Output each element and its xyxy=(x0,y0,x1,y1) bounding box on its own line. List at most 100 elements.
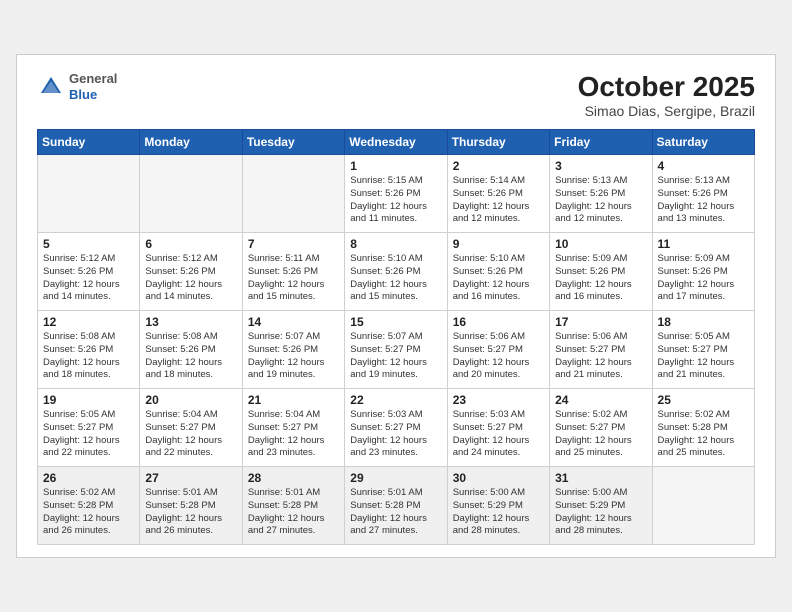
day-info: Sunrise: 5:03 AM Sunset: 5:27 PM Dayligh… xyxy=(350,409,441,460)
day-header-monday: Monday xyxy=(140,130,242,155)
day-number: 5 xyxy=(43,237,134,251)
day-info: Sunrise: 5:04 AM Sunset: 5:27 PM Dayligh… xyxy=(145,409,236,460)
day-number: 4 xyxy=(658,159,749,173)
day-info: Sunrise: 5:14 AM Sunset: 5:26 PM Dayligh… xyxy=(453,175,544,226)
day-cell: 13 Sunrise: 5:08 AM Sunset: 5:26 PM Dayli… xyxy=(140,311,242,389)
day-number: 26 xyxy=(43,471,134,485)
logo-icon xyxy=(37,73,65,101)
day-cell: 19 Sunrise: 5:05 AM Sunset: 5:27 PM Dayli… xyxy=(38,389,140,467)
day-number: 25 xyxy=(658,393,749,407)
day-info: Sunrise: 5:05 AM Sunset: 5:27 PM Dayligh… xyxy=(658,331,749,382)
day-info: Sunrise: 5:10 AM Sunset: 5:26 PM Dayligh… xyxy=(350,253,441,304)
day-cell: 29 Sunrise: 5:01 AM Sunset: 5:28 PM Dayli… xyxy=(345,467,447,545)
day-number: 19 xyxy=(43,393,134,407)
day-info: Sunrise: 5:12 AM Sunset: 5:26 PM Dayligh… xyxy=(43,253,134,304)
day-header-saturday: Saturday xyxy=(652,130,754,155)
day-cell: 27Sunrise: 5:01 AM Sunset: 5:28 PM Dayli… xyxy=(140,467,242,545)
calendar-grid: SundayMondayTuesdayWednesdayThursdayFrid… xyxy=(37,129,755,545)
day-cell: 2Sunrise: 5:14 AM Sunset: 5:26 PM Daylig… xyxy=(447,155,549,233)
day-number: 27 xyxy=(145,471,236,485)
day-number: 16 xyxy=(453,315,544,329)
day-cell: 10 Sunrise: 5:09 AM Sunset: 5:26 PM Dayli… xyxy=(550,233,652,311)
day-number: 3 xyxy=(555,159,646,173)
day-info: Sunrise: 5:08 AM Sunset: 5:26 PM Dayligh… xyxy=(43,331,134,382)
day-header-thursday: Thursday xyxy=(447,130,549,155)
day-info: Sunrise: 5:01 AM Sunset: 5:28 PM Dayligh… xyxy=(350,487,441,538)
location: Simao Dias, Sergipe, Brazil xyxy=(578,103,755,119)
title-area: October 2025 Simao Dias, Sergipe, Brazil xyxy=(578,71,755,119)
day-cell: 16 Sunrise: 5:06 AM Sunset: 5:27 PM Dayli… xyxy=(447,311,549,389)
day-cell: 11 Sunrise: 5:09 AM Sunset: 5:26 PM Dayli… xyxy=(652,233,754,311)
day-info: Sunrise: 5:02 AM Sunset: 5:28 PM Dayligh… xyxy=(658,409,749,460)
day-cell xyxy=(140,155,242,233)
day-cell: 8 Sunrise: 5:10 AM Sunset: 5:26 PM Daylig… xyxy=(345,233,447,311)
day-number: 22 xyxy=(350,393,441,407)
day-cell: 18 Sunrise: 5:05 AM Sunset: 5:27 PM Dayli… xyxy=(652,311,754,389)
day-info: Sunrise: 5:13 AM Sunset: 5:26 PM Dayligh… xyxy=(658,175,749,226)
day-number: 1 xyxy=(350,159,441,173)
day-number: 8 xyxy=(350,237,441,251)
day-number: 29 xyxy=(350,471,441,485)
day-cell: 28 Sunrise: 5:01 AM Sunset: 5:28 PM Dayli… xyxy=(242,467,344,545)
day-number: 24 xyxy=(555,393,646,407)
day-number: 18 xyxy=(658,315,749,329)
day-number: 23 xyxy=(453,393,544,407)
day-header-tuesday: Tuesday xyxy=(242,130,344,155)
day-cell: 23 Sunrise: 5:03 AM Sunset: 5:27 PM Dayli… xyxy=(447,389,549,467)
day-info: Sunrise: 5:08 AM Sunset: 5:26 PM Dayligh… xyxy=(145,331,236,382)
day-info: Sunrise: 5:01 AM Sunset: 5:28 PM Dayligh… xyxy=(248,487,339,538)
day-cell: 30 Sunrise: 5:00 AM Sunset: 5:29 PM Dayli… xyxy=(447,467,549,545)
day-number: 31 xyxy=(555,471,646,485)
day-cell: 25 Sunrise: 5:02 AM Sunset: 5:28 PM Dayli… xyxy=(652,389,754,467)
logo-blue: Blue xyxy=(69,87,97,102)
day-info: Sunrise: 5:09 AM Sunset: 5:26 PM Dayligh… xyxy=(658,253,749,304)
day-info: Sunrise: 5:00 AM Sunset: 5:29 PM Dayligh… xyxy=(453,487,544,538)
day-info: Sunrise: 5:06 AM Sunset: 5:27 PM Dayligh… xyxy=(453,331,544,382)
day-info: Sunrise: 5:07 AM Sunset: 5:26 PM Dayligh… xyxy=(248,331,339,382)
day-cell: 26Sunrise: 5:02 AM Sunset: 5:28 PM Dayli… xyxy=(38,467,140,545)
day-number: 12 xyxy=(43,315,134,329)
day-cell: 12 Sunrise: 5:08 AM Sunset: 5:26 PM Dayli… xyxy=(38,311,140,389)
day-cell: 31 Sunrise: 5:00 AM Sunset: 5:29 PM Dayli… xyxy=(550,467,652,545)
day-number: 13 xyxy=(145,315,236,329)
day-number: 20 xyxy=(145,393,236,407)
day-cell: 1Sunrise: 5:15 AM Sunset: 5:26 PM Daylig… xyxy=(345,155,447,233)
day-number: 11 xyxy=(658,237,749,251)
day-info: Sunrise: 5:04 AM Sunset: 5:27 PM Dayligh… xyxy=(248,409,339,460)
week-row-2: 5 Sunrise: 5:12 AM Sunset: 5:26 PM Daylig… xyxy=(38,233,755,311)
day-cell: 3Sunrise: 5:13 AM Sunset: 5:26 PM Daylig… xyxy=(550,155,652,233)
day-header-sunday: Sunday xyxy=(38,130,140,155)
calendar-container: General Blue October 2025 Simao Dias, Se… xyxy=(16,54,776,558)
day-info: Sunrise: 5:10 AM Sunset: 5:26 PM Dayligh… xyxy=(453,253,544,304)
day-info: Sunrise: 5:00 AM Sunset: 5:29 PM Dayligh… xyxy=(555,487,646,538)
day-number: 28 xyxy=(248,471,339,485)
month-title: October 2025 xyxy=(578,71,755,103)
week-row-3: 12 Sunrise: 5:08 AM Sunset: 5:26 PM Dayli… xyxy=(38,311,755,389)
day-cell: 4 Sunrise: 5:13 AM Sunset: 5:26 PM Daylig… xyxy=(652,155,754,233)
day-cell: 17Sunrise: 5:06 AM Sunset: 5:27 PM Dayli… xyxy=(550,311,652,389)
day-info: Sunrise: 5:07 AM Sunset: 5:27 PM Dayligh… xyxy=(350,331,441,382)
day-info: Sunrise: 5:12 AM Sunset: 5:26 PM Dayligh… xyxy=(145,253,236,304)
day-info: Sunrise: 5:03 AM Sunset: 5:27 PM Dayligh… xyxy=(453,409,544,460)
day-number: 14 xyxy=(248,315,339,329)
day-headers-row: SundayMondayTuesdayWednesdayThursdayFrid… xyxy=(38,130,755,155)
day-cell: 9 Sunrise: 5:10 AM Sunset: 5:26 PM Daylig… xyxy=(447,233,549,311)
day-cell xyxy=(242,155,344,233)
day-cell xyxy=(652,467,754,545)
day-number: 10 xyxy=(555,237,646,251)
day-info: Sunrise: 5:09 AM Sunset: 5:26 PM Dayligh… xyxy=(555,253,646,304)
day-cell: 24Sunrise: 5:02 AM Sunset: 5:27 PM Dayli… xyxy=(550,389,652,467)
day-cell: 14 Sunrise: 5:07 AM Sunset: 5:26 PM Dayli… xyxy=(242,311,344,389)
day-number: 6 xyxy=(145,237,236,251)
day-cell xyxy=(38,155,140,233)
day-number: 9 xyxy=(453,237,544,251)
day-number: 21 xyxy=(248,393,339,407)
day-info: Sunrise: 5:06 AM Sunset: 5:27 PM Dayligh… xyxy=(555,331,646,382)
day-info: Sunrise: 5:05 AM Sunset: 5:27 PM Dayligh… xyxy=(43,409,134,460)
day-number: 7 xyxy=(248,237,339,251)
week-row-1: 1Sunrise: 5:15 AM Sunset: 5:26 PM Daylig… xyxy=(38,155,755,233)
day-header-wednesday: Wednesday xyxy=(345,130,447,155)
day-number: 30 xyxy=(453,471,544,485)
logo-text: General Blue xyxy=(69,71,117,102)
day-cell: 7Sunrise: 5:11 AM Sunset: 5:26 PM Daylig… xyxy=(242,233,344,311)
